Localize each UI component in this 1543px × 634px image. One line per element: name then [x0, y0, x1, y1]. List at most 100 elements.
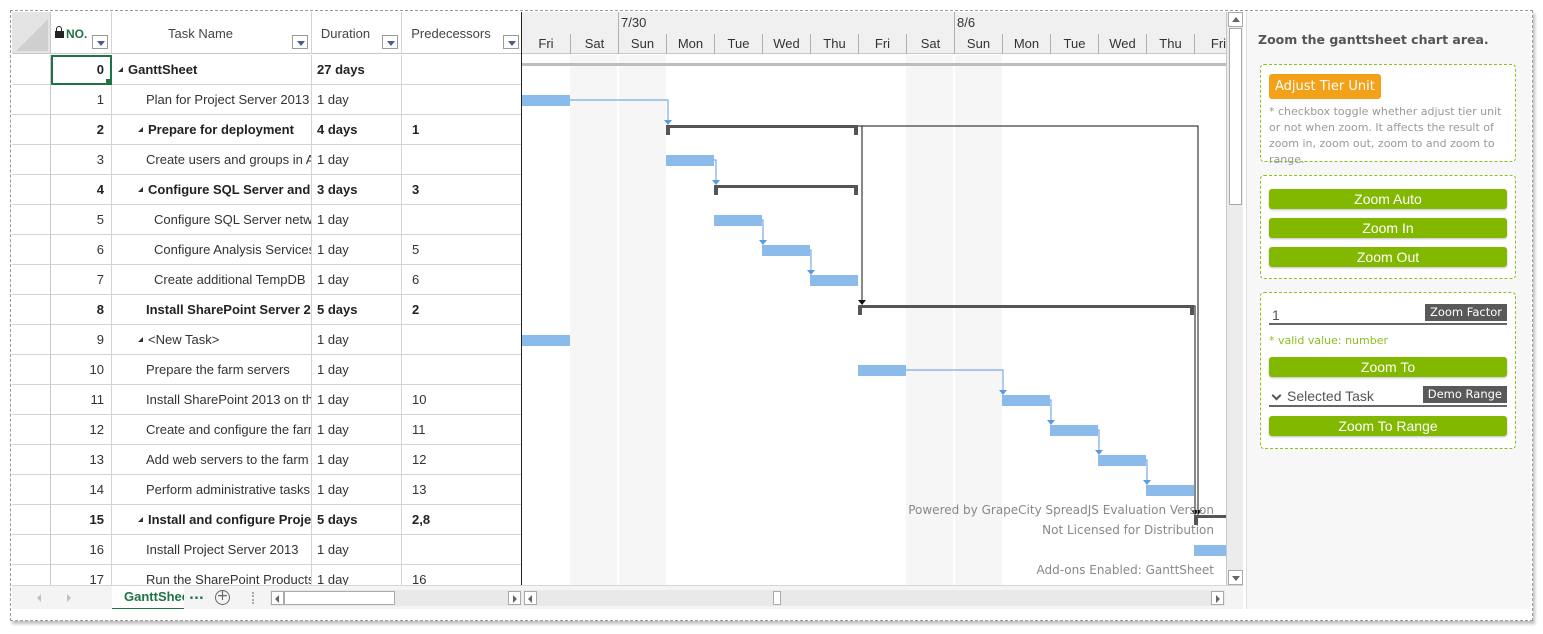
cell-duration[interactable]: 1 day [312, 325, 402, 355]
cell-no[interactable]: 15 [51, 505, 112, 535]
cell-no[interactable]: 12 [51, 415, 112, 445]
cell-predecessors[interactable]: 11 [402, 415, 522, 445]
cell-predecessors[interactable] [402, 325, 522, 355]
cell-duration[interactable]: 5 days [312, 295, 402, 325]
filter-dropdown-icon[interactable] [292, 35, 308, 49]
cell-duration[interactable]: 1 day [312, 445, 402, 475]
table-row[interactable]: 2 Prepare for deployment 4 days 1 [12, 115, 522, 145]
cell-no[interactable]: 7 [51, 265, 112, 295]
cell-predecessors[interactable]: 10 [402, 385, 522, 415]
table-row[interactable]: 15Install and configure Project Server5 … [12, 505, 522, 535]
collapse-toggle-icon[interactable] [138, 187, 143, 192]
cell-task-name[interactable]: Install SharePoint 2013 on the farm [112, 385, 312, 415]
cell-predecessors[interactable]: 6 [402, 265, 522, 295]
row-header[interactable] [12, 385, 51, 415]
select-all-corner[interactable] [12, 12, 51, 54]
filter-dropdown-icon[interactable] [382, 35, 398, 49]
cell-predecessors[interactable] [402, 55, 522, 85]
cell-task-name[interactable]: Prepare for deployment [112, 115, 312, 145]
row-header[interactable] [12, 355, 51, 385]
column-header-no[interactable]: NO. [51, 12, 112, 54]
cell-task-name[interactable]: GanttSheet [112, 55, 312, 85]
task-bar[interactable] [522, 335, 570, 346]
scroll-up-button[interactable] [1228, 12, 1243, 27]
row-header[interactable] [12, 55, 51, 85]
horizontal-scroll-thumb[interactable] [284, 591, 395, 605]
cell-task-name[interactable]: Install Project Server 2013 [112, 535, 312, 565]
table-row[interactable]: 9 <New Task> 1 day [12, 325, 522, 355]
gantt-chart[interactable]: Fri Sat Sun Mon Tue Wed Thu Fri Sat Sun Mon Tue Wed T… [522, 12, 1226, 585]
cell-task-name[interactable]: Create and configure the farm [112, 415, 312, 445]
cell-duration[interactable]: 1 day [312, 205, 402, 235]
scroll-right-button[interactable] [508, 591, 521, 605]
task-bar[interactable] [714, 215, 762, 226]
more-sheets-button[interactable]: ... [189, 588, 204, 603]
cell-predecessors[interactable] [402, 355, 522, 385]
table-row[interactable]: 16 Install Project Server 2013 1 day [12, 535, 522, 565]
summary-bar[interactable] [858, 305, 1194, 308]
zoom-out-button[interactable]: Zoom Out [1269, 247, 1507, 267]
row-header[interactable] [12, 205, 51, 235]
task-bar[interactable] [522, 95, 570, 106]
cell-no[interactable]: 13 [51, 445, 112, 475]
cell-task-name[interactable]: <New Task> [112, 325, 312, 355]
cell-duration[interactable]: 1 day [312, 475, 402, 505]
cell-task-name[interactable]: Install SharePoint Server 2013 [112, 295, 312, 325]
table-row[interactable]: 14 Perform administrative tasks 1 day 13 [12, 475, 522, 505]
cell-no[interactable]: 14 [51, 475, 112, 505]
range-select[interactable]: Selected Task Demo Range [1269, 385, 1507, 407]
scroll-left-button[interactable] [524, 591, 537, 605]
row-header[interactable] [12, 475, 51, 505]
cell-duration[interactable]: 1 day [312, 85, 402, 115]
table-row[interactable]: 12 Create and configure the farm 1 day 11 [12, 415, 522, 445]
cell-predecessors[interactable] [402, 535, 522, 565]
sheet-tab-ganttsheet[interactable]: GanttSheet [112, 586, 184, 609]
cell-predecessors[interactable] [402, 85, 522, 115]
row-header[interactable] [12, 505, 51, 535]
table-row[interactable]: 0 GanttSheet 27 days [12, 55, 522, 85]
cell-duration[interactable]: 1 day [312, 235, 402, 265]
adjust-tier-unit-toggle[interactable]: Adjust Tier Unit [1269, 74, 1381, 99]
cell-duration[interactable]: 1 day [312, 415, 402, 445]
task-bar[interactable] [1194, 545, 1226, 556]
collapse-toggle-icon[interactable] [138, 517, 143, 522]
row-header[interactable] [12, 535, 51, 565]
tab-splitter-handle[interactable] [252, 592, 254, 604]
cell-no[interactable]: 9 [51, 325, 112, 355]
cell-predecessors[interactable]: 2,8 [402, 505, 522, 535]
task-bar[interactable] [1002, 395, 1050, 406]
zoom-factor-input[interactable]: 1 Zoom Factor [1269, 303, 1507, 325]
cell-no[interactable]: 16 [51, 535, 112, 565]
cell-task-name[interactable]: Configure Analysis Services [112, 235, 312, 265]
task-bar[interactable] [1098, 455, 1146, 466]
cell-duration[interactable]: 1 day [312, 385, 402, 415]
table-row[interactable]: 13 Add web servers to the farm 1 day 12 [12, 445, 522, 475]
horizontal-scroll-thumb[interactable] [773, 591, 781, 605]
cell-task-name[interactable]: Prepare the farm servers [112, 355, 312, 385]
scroll-left-button[interactable] [271, 591, 284, 605]
cell-task-name[interactable]: Plan for Project Server 2013 [112, 85, 312, 115]
table-row[interactable]: 6 Configure Analysis Services 1 day 5 [12, 235, 522, 265]
collapse-toggle-icon[interactable] [118, 67, 123, 72]
horizontal-scrollbar-grid[interactable] [270, 590, 522, 606]
cell-task-name[interactable]: Configure SQL Server and Analysis Servic… [112, 175, 312, 205]
column-header-duration[interactable]: Duration [312, 12, 402, 54]
table-row[interactable]: 1 Plan for Project Server 2013 1 day [12, 85, 522, 115]
column-header-predecessors[interactable]: Predecessors [402, 12, 522, 54]
table-row[interactable]: 11Install SharePoint 2013 on the farm1 d… [12, 385, 522, 415]
cell-task-name[interactable]: Create additional TempDB [112, 265, 312, 295]
cell-duration[interactable]: 1 day [312, 355, 402, 385]
cell-task-name[interactable]: Create users and groups in Active Direct… [112, 145, 312, 175]
cell-no[interactable]: 6 [51, 235, 112, 265]
collapse-toggle-icon[interactable] [138, 127, 143, 132]
vertical-scrollbar[interactable] [1226, 12, 1243, 585]
zoom-to-button[interactable]: Zoom To [1269, 357, 1507, 377]
cell-duration[interactable]: 27 days [312, 55, 402, 85]
cell-no[interactable]: 11 [51, 385, 112, 415]
cell-predecessors[interactable] [402, 205, 522, 235]
scroll-down-button[interactable] [1228, 570, 1243, 585]
zoom-to-range-button[interactable]: Zoom To Range [1269, 416, 1507, 436]
zoom-auto-button[interactable]: Zoom Auto [1269, 189, 1507, 209]
row-header[interactable] [12, 415, 51, 445]
vertical-scroll-thumb[interactable] [1229, 28, 1242, 205]
